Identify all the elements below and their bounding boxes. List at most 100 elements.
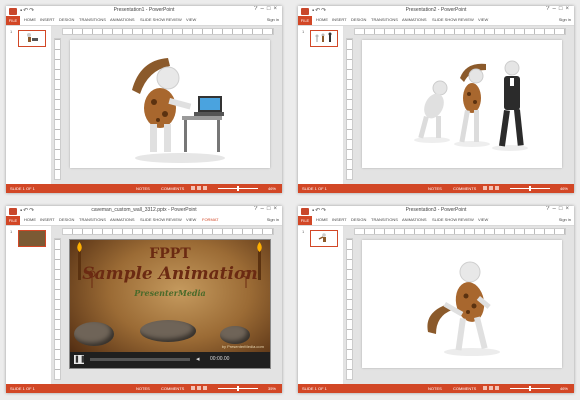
tab-insert[interactable]: INSERT [332, 17, 347, 22]
tab-view[interactable]: VIEW [186, 217, 196, 222]
tab-review[interactable]: REVIEW [166, 17, 182, 22]
slide-canvas[interactable] [70, 40, 270, 168]
tab-transitions[interactable]: TRANSITIONS [79, 17, 106, 22]
notes-button[interactable]: NOTES [136, 386, 150, 391]
tab-review[interactable]: REVIEW [458, 217, 474, 222]
view-buttons[interactable] [483, 186, 505, 190]
tab-slide-show[interactable]: SLIDE SHOW [140, 17, 165, 22]
reading-view-icon[interactable] [495, 386, 499, 390]
sorter-view-icon[interactable] [197, 186, 201, 190]
slide-thumbnail[interactable] [310, 30, 338, 47]
zoom-level[interactable]: 35% [268, 386, 276, 391]
tab-review[interactable]: REVIEW [458, 17, 474, 22]
tab-slide-show[interactable]: SLIDE SHOW [140, 217, 165, 222]
tab-animations[interactable]: ANIMATIONS [402, 17, 427, 22]
sign-in-link[interactable]: Sign in [267, 17, 279, 22]
notes-button[interactable]: NOTES [428, 186, 442, 191]
tab-animations[interactable]: ANIMATIONS [402, 217, 427, 222]
tab-view[interactable]: VIEW [478, 17, 488, 22]
reading-view-icon[interactable] [495, 186, 499, 190]
zoom-slider-knob[interactable] [529, 386, 531, 391]
tab-review[interactable]: REVIEW [166, 217, 182, 222]
tab-view[interactable]: VIEW [478, 217, 488, 222]
tab-view[interactable]: VIEW [186, 17, 196, 22]
tab-insert[interactable]: INSERT [40, 17, 55, 22]
zoom-slider[interactable] [218, 186, 258, 191]
notes-button[interactable]: NOTES [136, 186, 150, 191]
close-icon[interactable]: × [565, 206, 572, 212]
window-title: caveman_custom_wall_3312.pptx - PowerPoi… [91, 207, 197, 213]
window-controls[interactable]: ?–□× [546, 206, 572, 212]
comments-button[interactable]: COMMENTS [453, 186, 476, 191]
zoom-level[interactable]: 46% [560, 186, 568, 191]
tab-design[interactable]: DESIGN [59, 217, 74, 222]
zoom-slider-knob[interactable] [529, 186, 531, 191]
tab-design[interactable]: DESIGN [351, 217, 366, 222]
tab-file[interactable]: FILE [298, 16, 312, 25]
sign-in-link[interactable]: Sign in [267, 217, 279, 222]
slide-canvas[interactable] [362, 40, 562, 168]
sorter-view-icon[interactable] [489, 386, 493, 390]
comments-button[interactable]: COMMENTS [161, 186, 184, 191]
tab-format[interactable]: FORMAT [202, 217, 219, 222]
tab-file[interactable]: FILE [6, 16, 20, 25]
tab-insert[interactable]: INSERT [40, 217, 55, 222]
tab-animations[interactable]: ANIMATIONS [110, 17, 135, 22]
tab-animations[interactable]: ANIMATIONS [110, 217, 135, 222]
notes-button[interactable]: NOTES [428, 386, 442, 391]
tab-home[interactable]: HOME [316, 17, 328, 22]
volume-icon[interactable]: ◂ [196, 355, 200, 363]
media-seek-bar[interactable] [90, 358, 190, 361]
sorter-view-icon[interactable] [197, 386, 201, 390]
close-icon[interactable]: × [273, 206, 280, 212]
window-controls[interactable]: ?–□× [254, 206, 280, 212]
close-icon[interactable]: × [565, 6, 572, 12]
zoom-level[interactable]: 46% [560, 386, 568, 391]
sign-in-link[interactable]: Sign in [559, 217, 571, 222]
slide-thumbnail[interactable] [18, 30, 46, 47]
tab-file[interactable]: FILE [298, 216, 312, 225]
normal-view-icon[interactable] [483, 186, 487, 190]
sign-in-link[interactable]: Sign in [559, 17, 571, 22]
tab-design[interactable]: DESIGN [351, 17, 366, 22]
tab-home[interactable]: HOME [316, 217, 328, 222]
comments-button[interactable]: COMMENTS [161, 386, 184, 391]
zoom-level[interactable]: 46% [268, 186, 276, 191]
tab-transitions[interactable]: TRANSITIONS [371, 17, 398, 22]
slide-canvas[interactable] [362, 240, 562, 368]
view-buttons[interactable] [191, 186, 213, 190]
reading-view-icon[interactable] [203, 386, 207, 390]
window-controls[interactable]: ?–□× [254, 6, 280, 12]
tab-home[interactable]: HOME [24, 217, 36, 222]
tab-slide-show[interactable]: SLIDE SHOW [432, 17, 457, 22]
tab-home[interactable]: HOME [24, 17, 36, 22]
zoom-slider[interactable] [510, 386, 550, 391]
comments-button[interactable]: COMMENTS [453, 386, 476, 391]
view-buttons[interactable] [483, 386, 505, 390]
tab-transitions[interactable]: TRANSITIONS [79, 217, 106, 222]
slide-canvas[interactable]: FPPT Sample Animation PresenterMedia by … [70, 240, 270, 368]
normal-view-icon[interactable] [483, 386, 487, 390]
title-bar: ▪↶↷ Presentation3 - PowerPoint ?–□× [298, 206, 574, 216]
view-buttons[interactable] [191, 386, 213, 390]
slide-thumbnail[interactable] [18, 230, 46, 247]
close-icon[interactable]: × [273, 6, 280, 12]
normal-view-icon[interactable] [191, 186, 195, 190]
tab-file[interactable]: FILE [6, 216, 20, 225]
slide-thumbnail[interactable] [310, 230, 338, 247]
normal-view-icon[interactable] [191, 386, 195, 390]
tab-slide-show[interactable]: SLIDE SHOW [432, 217, 457, 222]
reading-view-icon[interactable] [203, 186, 207, 190]
status-bar: SLIDE 1 OF 1 NOTES COMMENTS 35% [6, 384, 282, 393]
pause-button[interactable]: ❚❚ [74, 355, 86, 364]
powerpoint-window-2: ▪↶↷ Presentation2 - PowerPoint ?–□× FILE… [298, 6, 574, 193]
sorter-view-icon[interactable] [489, 186, 493, 190]
zoom-slider-knob[interactable] [237, 186, 239, 191]
tab-design[interactable]: DESIGN [59, 17, 74, 22]
zoom-slider[interactable] [218, 386, 258, 391]
tab-insert[interactable]: INSERT [332, 217, 347, 222]
zoom-slider-knob[interactable] [237, 386, 239, 391]
tab-transitions[interactable]: TRANSITIONS [371, 217, 398, 222]
zoom-slider[interactable] [510, 186, 550, 191]
window-controls[interactable]: ?–□× [546, 6, 572, 12]
